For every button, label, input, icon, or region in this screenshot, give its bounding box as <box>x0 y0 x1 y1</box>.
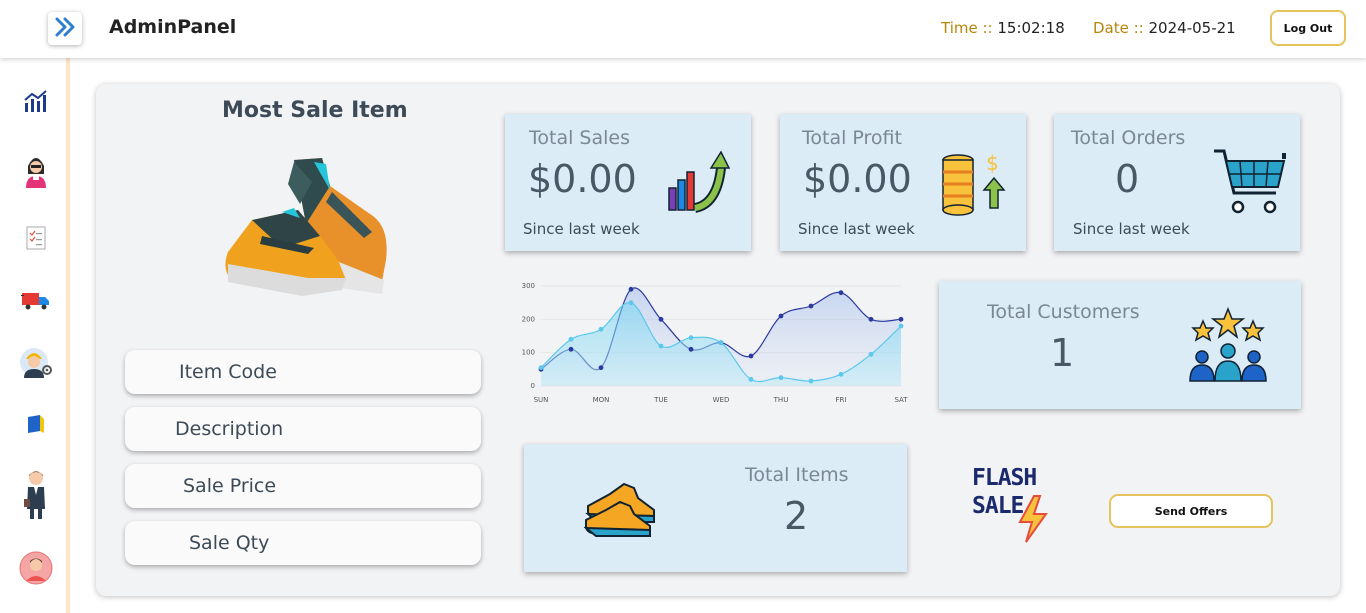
total-sales-title: Total Sales <box>529 127 630 149</box>
chart-series-1-point <box>598 365 604 371</box>
flash-sale-text-line1: FLASH <box>972 465 1037 491</box>
total-sales-card: Total Sales $0.00 Since last week <box>505 114 751 251</box>
total-profit-value: $0.00 <box>803 157 912 201</box>
chart-series-2-point <box>748 376 754 382</box>
date-label: Date :: <box>1093 19 1144 37</box>
growth-chart-icon <box>665 148 731 218</box>
date-display: Date :: 2024-05-21 <box>1093 19 1236 37</box>
weekly-sales-chart: 0 100 200 300 SUN MON TUE WED THU FRI SAT <box>515 276 915 412</box>
chart-y-tick-label: 300 <box>522 282 535 290</box>
total-items-title: Total Items <box>745 464 849 486</box>
chart-x-tick-label: MON <box>593 396 610 404</box>
chart-x-tick-label: SUN <box>534 396 549 404</box>
chart-series-2-point <box>658 343 664 349</box>
chart-series-1-point <box>808 303 814 309</box>
chart-series-2-point <box>838 371 844 377</box>
user-avatar-icon <box>19 551 53 589</box>
chart-series-1-point <box>838 290 844 296</box>
chart-series-2-point <box>718 340 724 346</box>
sidebar-item-employee[interactable] <box>18 154 54 190</box>
app-title: AdminPanel <box>109 16 237 38</box>
card-icon <box>26 413 46 439</box>
sidebar-item-profile[interactable] <box>18 551 54 589</box>
time-display: Time :: 15:02:18 <box>941 19 1065 37</box>
total-items-value: 2 <box>784 494 809 538</box>
total-items-card: Total Items 2 <box>524 444 907 572</box>
chart-series-2-point <box>898 323 904 329</box>
chart-x-tick-label: SAT <box>894 396 908 404</box>
chart-series-2-point <box>598 326 604 332</box>
chart-x-tick-label: TUE <box>653 396 668 404</box>
double-chevron-right-icon <box>53 16 77 42</box>
chart-x-tick-label: THU <box>773 396 789 404</box>
sidebar-item-businessman[interactable] <box>18 470 54 524</box>
chart-series-1-point <box>658 316 664 322</box>
total-customers-card: Total Customers 1 <box>939 281 1301 409</box>
sale-price-field: Sale Price <box>125 464 481 508</box>
chart-series-2-point <box>868 351 874 357</box>
chart-x-tick-label: FRI <box>836 396 847 404</box>
shopping-cart-icon <box>1212 147 1288 221</box>
date-value: 2024-05-21 <box>1148 19 1236 37</box>
customers-stars-icon <box>1185 306 1271 387</box>
total-orders-card: Total Orders 0 Since last week <box>1054 114 1300 251</box>
chart-series-1-point <box>628 286 634 292</box>
sneakers-icon <box>583 480 658 544</box>
lightning-icon <box>1016 494 1050 548</box>
time-label: Time :: <box>941 19 993 37</box>
total-profit-card: Total Profit $0.00 Since last week $ <box>780 114 1026 251</box>
time-value: 15:02:18 <box>997 19 1065 37</box>
businessman-icon <box>23 469 49 525</box>
top-header: AdminPanel Time :: 15:02:18 Date :: 2024… <box>0 0 1366 58</box>
flash-sale-logo: FLASH SALE <box>972 464 1056 548</box>
chart-series-2-point <box>778 375 784 381</box>
total-orders-title: Total Orders <box>1071 127 1186 149</box>
chart-series-2-point <box>808 378 814 384</box>
chart-series-2-point <box>628 300 634 306</box>
total-profit-sub: Since last week <box>798 220 915 238</box>
total-orders-sub: Since last week <box>1073 220 1190 238</box>
sidebar-item-delivery[interactable] <box>18 284 54 320</box>
logout-button[interactable]: Log Out <box>1270 10 1346 46</box>
total-customers-title: Total Customers <box>987 301 1140 323</box>
chart-series-1-point <box>568 346 574 352</box>
most-sale-title: Most Sale Item <box>222 98 408 123</box>
chart-series-1-point <box>898 316 904 322</box>
chart-series-2-point <box>538 365 544 371</box>
total-sales-value: $0.00 <box>528 157 637 201</box>
worker-settings-icon <box>19 345 53 383</box>
employee-icon <box>22 152 50 192</box>
sidebar-item-checklist[interactable] <box>18 222 54 258</box>
chart-series-1-point <box>868 316 874 322</box>
chart-series-1-point <box>778 313 784 319</box>
description-field: Description <box>125 407 481 451</box>
total-profit-title: Total Profit <box>802 127 902 149</box>
sidebar <box>0 58 70 613</box>
item-code-field: Item Code <box>125 350 481 394</box>
total-customers-value: 1 <box>1050 331 1075 375</box>
chart-y-tick-label: 100 <box>522 349 535 357</box>
sidebar-item-analytics[interactable] <box>18 86 54 122</box>
checklist-icon <box>25 225 47 255</box>
chart-svg: 0 100 200 300 SUN MON TUE WED THU FRI SAT <box>522 282 909 404</box>
delivery-truck-icon <box>21 288 51 316</box>
sidebar-item-worker[interactable] <box>18 346 54 382</box>
sidebar-item-card[interactable] <box>18 408 54 444</box>
send-offers-button[interactable]: Send Offers <box>1109 494 1273 528</box>
sale-qty-field: Sale Qty <box>125 521 481 565</box>
chart-series-1-point <box>688 346 694 352</box>
total-orders-value: 0 <box>1115 157 1140 201</box>
chart-y-tick-label: 0 <box>531 382 535 390</box>
chart-series-2-point <box>688 335 694 341</box>
sneaker-image <box>222 152 394 296</box>
sidebar-toggle-button[interactable] <box>48 12 82 45</box>
analytics-icon <box>23 89 49 119</box>
chart-x-tick-label: WED <box>713 396 730 404</box>
total-sales-sub: Since last week <box>523 220 640 238</box>
svg-text:$: $ <box>986 152 999 175</box>
coins-dollar-icon: $ <box>940 151 1008 222</box>
chart-series-2-point <box>568 336 574 342</box>
chart-y-tick-label: 200 <box>522 315 535 323</box>
chart-series-1-point <box>748 353 754 359</box>
